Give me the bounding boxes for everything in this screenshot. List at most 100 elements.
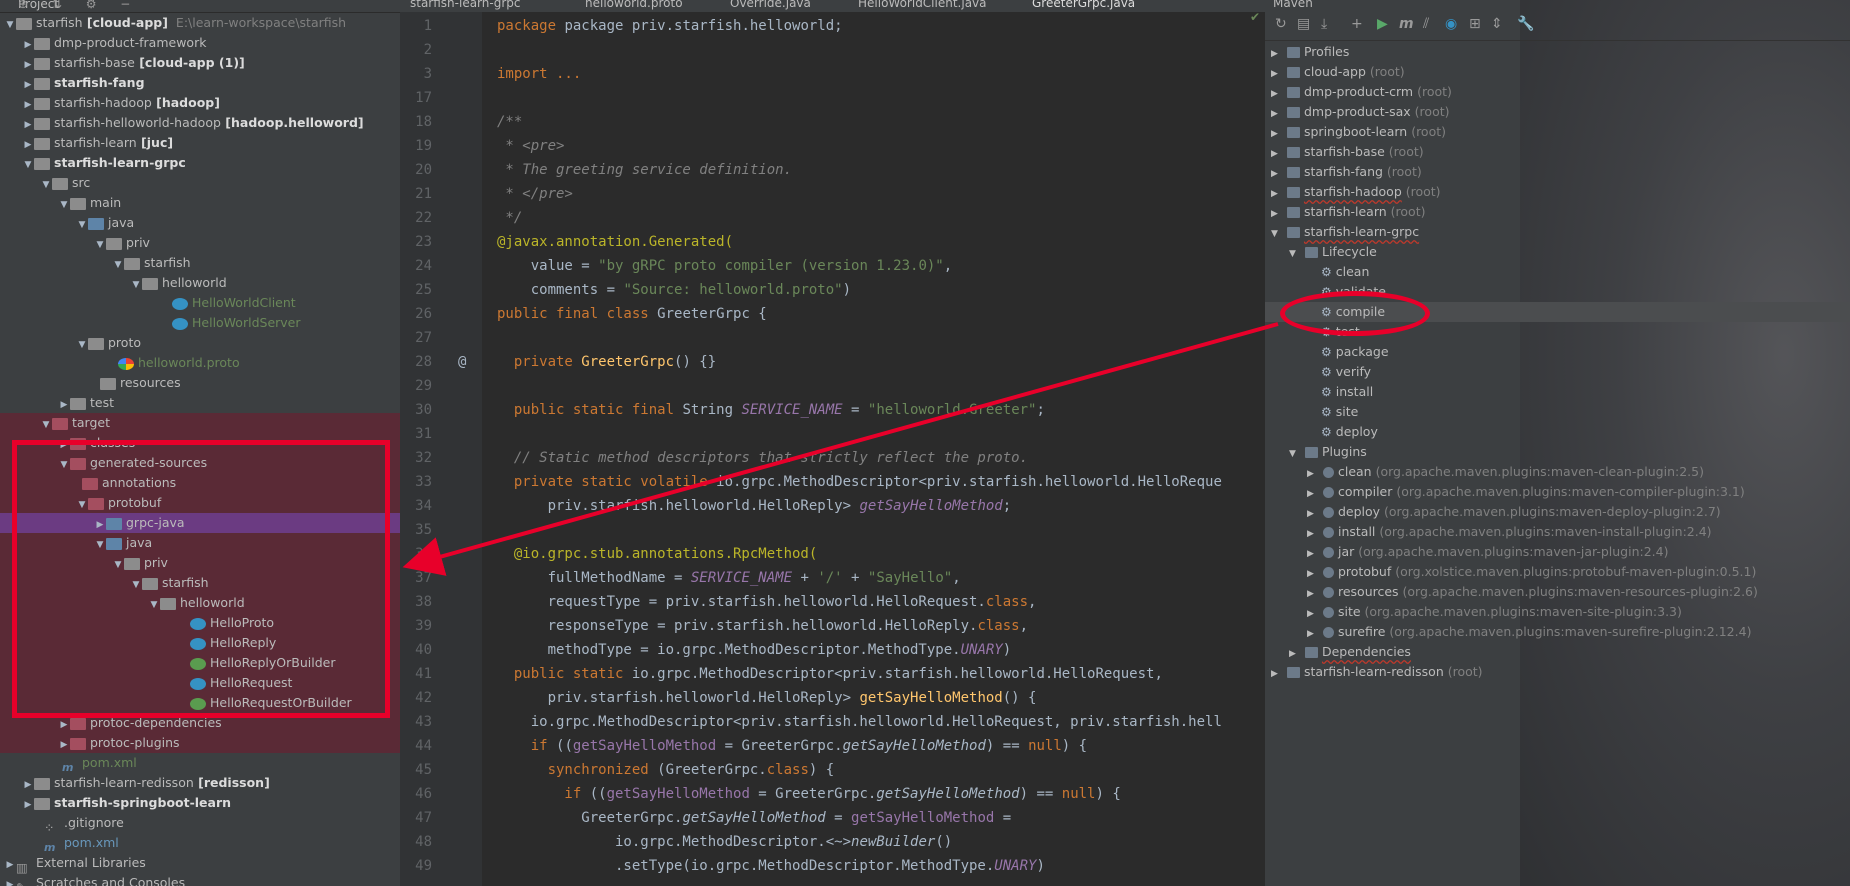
- tree-row-starfish-learn[interactable]: ▶ starfish-learn [juc]: [0, 133, 400, 153]
- tree-row-protoc-plugins[interactable]: ▶ protoc-plugins: [0, 733, 400, 753]
- collapsed-arrow-icon[interactable]: ▶: [1271, 144, 1283, 164]
- maven-row-lifecycle[interactable]: ▼ Lifecycle: [1265, 242, 1850, 262]
- maven-plugin-resources[interactable]: ▶ resources (org.apache.maven.plugins:ma…: [1265, 582, 1850, 602]
- panel-toolbar-icons[interactable]: ⊕ ⇅ ⚙ −: [18, 0, 394, 11]
- expanded-arrow-icon[interactable]: ▼: [1289, 244, 1301, 264]
- tree-row-priv[interactable]: ▼ priv: [0, 233, 400, 253]
- tree-row-main[interactable]: ▼ main: [0, 193, 400, 213]
- collapsed-arrow-icon[interactable]: ▶: [1271, 204, 1283, 224]
- maven-goal-site[interactable]: ⚙ site: [1265, 402, 1850, 422]
- maven-row-plugins[interactable]: ▼ Plugins: [1265, 442, 1850, 462]
- maven-plugin-site[interactable]: ▶ site (org.apache.maven.plugins:maven-s…: [1265, 602, 1850, 622]
- collapsed-arrow-icon[interactable]: ▶: [4, 875, 16, 886]
- collapsed-arrow-icon[interactable]: ▶: [22, 115, 34, 135]
- tree-row-scratches[interactable]: ▶✎ Scratches and Consoles: [0, 873, 400, 886]
- tree-row-starfish-pkg[interactable]: ▼ starfish: [0, 253, 400, 273]
- tree-row-starfish-fang[interactable]: ▶ starfish-fang: [0, 73, 400, 93]
- tree-row-dmp-product-framework[interactable]: ▶ dmp-product-framework: [0, 33, 400, 53]
- tree-row-starfish-springboot-learn[interactable]: ▶ starfish-springboot-learn: [0, 793, 400, 813]
- collapsed-arrow-icon[interactable]: ▶: [1307, 624, 1319, 644]
- maven-goal-install[interactable]: ⚙ install: [1265, 382, 1850, 402]
- expanded-arrow-icon[interactable]: ▼: [40, 415, 52, 435]
- maven-row-springboot-learn[interactable]: ▶ springboot-learn (root): [1265, 122, 1850, 142]
- maven-row-starfish-hadoop[interactable]: ▶ starfish-hadoop (root): [1265, 182, 1850, 202]
- collapsed-arrow-icon[interactable]: ▶: [22, 95, 34, 115]
- collapsed-arrow-icon[interactable]: ▶: [22, 135, 34, 155]
- maven-row-dmp-product-crm[interactable]: ▶ dmp-product-crm (root): [1265, 82, 1850, 102]
- maven-row-starfish-base[interactable]: ▶ starfish-base (root): [1265, 142, 1850, 162]
- collapsed-arrow-icon[interactable]: ▶: [1307, 504, 1319, 524]
- tree-row-starfish[interactable]: ▼ starfish [cloud-app] E:\learn-workspace…: [0, 13, 400, 33]
- tree-row-starfish-learn-grpc[interactable]: ▼ starfish-learn-grpc: [0, 153, 400, 173]
- collapsed-arrow-icon[interactable]: ▶: [58, 395, 70, 415]
- collapsed-arrow-icon[interactable]: ▶: [1307, 524, 1319, 544]
- toggle-offline-icon[interactable]: ⫽: [1423, 16, 1429, 32]
- collapsed-arrow-icon[interactable]: ▶: [1307, 584, 1319, 604]
- maven-row-dmp-product-sax[interactable]: ▶ dmp-product-sax (root): [1265, 102, 1850, 122]
- tree-row-java[interactable]: ▼ java: [0, 213, 400, 233]
- override-marker-icon[interactable]: @: [458, 350, 466, 374]
- run-icon[interactable]: ▶: [1377, 16, 1388, 32]
- maven-row-starfish-learn-grpc[interactable]: ▼ starfish-learn-grpc: [1265, 222, 1850, 242]
- collapsed-arrow-icon[interactable]: ▶: [1271, 104, 1283, 124]
- download-icon[interactable]: ⤓: [1321, 16, 1327, 32]
- expanded-arrow-icon[interactable]: ▼: [130, 275, 142, 295]
- tree-row-resources[interactable]: resources: [0, 373, 400, 393]
- expanded-arrow-icon[interactable]: ▼: [94, 235, 106, 255]
- tree-row-starfish-helloworld-hadoop[interactable]: ▶ starfish-helloworld-hadoop [hadoop.hell…: [0, 113, 400, 133]
- tree-row-gitignore[interactable]: ⁘ .gitignore: [0, 813, 400, 835]
- tab-override-java[interactable]: Override.java: [730, 0, 811, 10]
- collapsed-arrow-icon[interactable]: ▶: [1307, 484, 1319, 504]
- collapsed-arrow-icon[interactable]: ▶: [1271, 164, 1283, 184]
- collapsed-arrow-icon[interactable]: ▶: [58, 735, 70, 755]
- reload-icon[interactable]: ↻: [1275, 16, 1287, 32]
- maven-plugin-clean[interactable]: ▶ clean (org.apache.maven.plugins:maven-…: [1265, 462, 1850, 482]
- settings-wrench-icon[interactable]: 🔧: [1517, 16, 1534, 32]
- expanded-arrow-icon[interactable]: ▼: [76, 215, 88, 235]
- maven-row-cloud-app[interactable]: ▶ cloud-app (root): [1265, 62, 1850, 82]
- tree-row-external-libraries[interactable]: ▶ ▥ External Libraries: [0, 853, 400, 875]
- collapsed-arrow-icon[interactable]: ▶: [1271, 664, 1283, 684]
- tree-row-helloworld[interactable]: ▼ helloworld: [0, 273, 400, 293]
- collapsed-arrow-icon[interactable]: ▶: [58, 715, 70, 735]
- expanded-arrow-icon[interactable]: ▼: [58, 195, 70, 215]
- collapsed-arrow-icon[interactable]: ▶: [1307, 564, 1319, 584]
- execute-goal-icon[interactable]: m: [1399, 16, 1414, 32]
- tab-starfish-learn-grpc[interactable]: starfish-learn-grpc: [410, 0, 520, 10]
- maven-plugin-jar[interactable]: ▶ jar (org.apache.maven.plugins:maven-ja…: [1265, 542, 1850, 562]
- maven-plugin-compiler[interactable]: ▶ compiler (org.apache.maven.plugins:mav…: [1265, 482, 1850, 502]
- maven-plugin-install[interactable]: ▶ install (org.apache.maven.plugins:mave…: [1265, 522, 1850, 542]
- tree-row-proto[interactable]: ▼ proto: [0, 333, 400, 353]
- tree-row-helloworldserver[interactable]: HelloWorldServer: [0, 313, 400, 333]
- maven-goal-clean[interactable]: ⚙ clean: [1265, 262, 1850, 282]
- tree-row-target[interactable]: ▼ target: [0, 413, 400, 433]
- maven-goal-verify[interactable]: ⚙ verify: [1265, 362, 1850, 382]
- collapsed-arrow-icon[interactable]: ▶: [22, 75, 34, 95]
- expanded-arrow-icon[interactable]: ▼: [40, 175, 52, 195]
- collapsed-arrow-icon[interactable]: ▶: [1271, 44, 1283, 64]
- collapsed-arrow-icon[interactable]: ▶: [1289, 644, 1301, 664]
- tree-row-starfish-base[interactable]: ▶ starfish-base [cloud-app (1)]: [0, 53, 400, 73]
- code-token[interactable]: import ...: [497, 66, 581, 82]
- tree-row-pom-root[interactable]: m pom.xml: [0, 833, 400, 854]
- tree-row-src[interactable]: ▼ src: [0, 173, 400, 193]
- collapsed-arrow-icon[interactable]: ▶: [1271, 64, 1283, 84]
- show-dependencies-icon[interactable]: ⊞: [1469, 16, 1481, 32]
- maven-plugin-protobuf[interactable]: ▶ protobuf (org.xolstice.maven.plugins:p…: [1265, 562, 1850, 582]
- expanded-arrow-icon[interactable]: ▼: [22, 155, 34, 175]
- collapsed-arrow-icon[interactable]: ▶: [4, 855, 16, 875]
- collapsed-arrow-icon[interactable]: ▶: [1271, 184, 1283, 204]
- tree-row-starfish-hadoop[interactable]: ▶ starfish-hadoop [hadoop]: [0, 93, 400, 113]
- collapsed-arrow-icon[interactable]: ▶: [1271, 124, 1283, 144]
- maven-row-starfish-learn[interactable]: ▶ starfish-learn (root): [1265, 202, 1850, 222]
- maven-row-starfish-learn-redisson[interactable]: ▶ starfish-learn-redisson (root): [1265, 662, 1850, 682]
- maven-row-profiles[interactable]: ▶ Profiles: [1265, 42, 1850, 62]
- maven-plugin-surefire[interactable]: ▶ surefire (org.apache.maven.plugins:mav…: [1265, 622, 1850, 642]
- plus-icon[interactable]: +: [1351, 16, 1363, 32]
- tab-helloworldclient-java[interactable]: HelloWorldClient.java: [858, 0, 987, 10]
- collapsed-arrow-icon[interactable]: ▶: [1271, 84, 1283, 104]
- collapsed-arrow-icon[interactable]: ▶: [1307, 604, 1319, 624]
- tab-helloworld-proto[interactable]: helloworld.proto: [585, 0, 683, 10]
- maven-row-starfish-fang[interactable]: ▶ starfish-fang (root): [1265, 162, 1850, 182]
- tree-row-pom-grpc[interactable]: m pom.xml: [0, 753, 400, 774]
